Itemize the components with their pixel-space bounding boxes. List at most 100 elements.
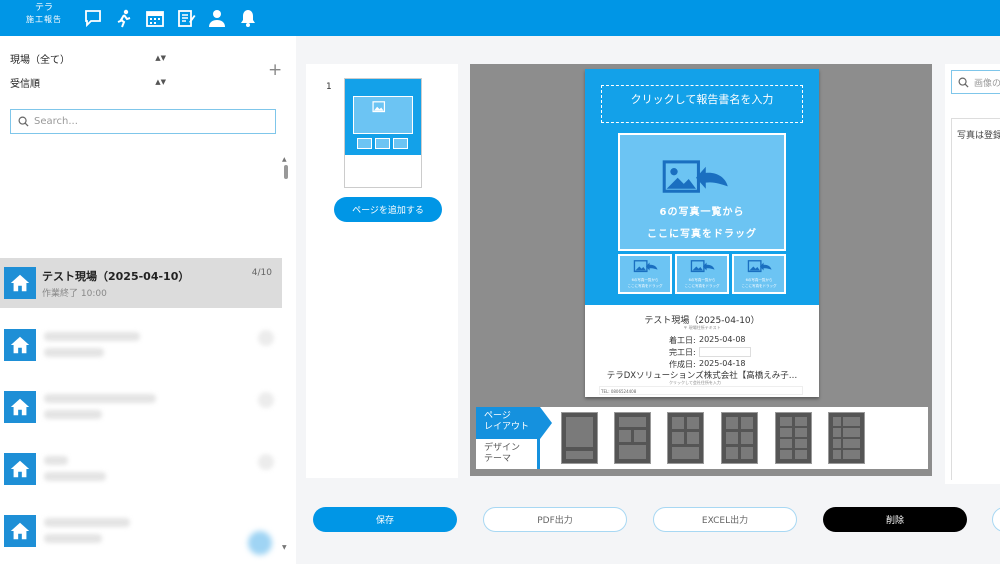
thumb-photo-area <box>353 96 413 134</box>
excel-export-button[interactable]: EXCEL出力 <box>653 507 797 532</box>
blurred-text <box>44 456 68 465</box>
report-icon[interactable] <box>176 8 196 28</box>
start-date-row[interactable]: 着工日: 2025-04-08 <box>669 335 746 346</box>
site-search-box[interactable] <box>10 109 276 134</box>
thumb-small-photo <box>393 138 408 149</box>
small-photo-drop-zone[interactable]: 6の写真一覧から ここに写真をドラッグ <box>675 254 729 294</box>
blurred-count <box>258 330 274 346</box>
site-list-item[interactable] <box>0 444 282 494</box>
complete-date-label: 完工日: <box>669 348 696 357</box>
image-icon <box>372 101 386 113</box>
sort-order-value: 受信順 <box>10 78 40 90</box>
house-icon <box>4 391 36 423</box>
app-logo[interactable]: テラ 施工報告 <box>22 4 66 24</box>
house-icon <box>4 515 36 547</box>
page-thumbnail-panel: 1 ページを追加する <box>306 64 458 478</box>
small-photo-drop-zone[interactable]: 6の写真一覧から ここに写真をドラッグ <box>732 254 786 294</box>
drop-text-line1: 6の写真一覧から <box>659 207 745 218</box>
scroll-thumb[interactable] <box>284 165 288 179</box>
calendar-icon[interactable] <box>145 8 165 28</box>
blurred-text <box>44 518 130 527</box>
blurred-count <box>258 454 274 470</box>
complete-date-row[interactable]: 完工日: <box>669 347 751 358</box>
image-arrow-icon <box>690 260 715 273</box>
layout-option-1[interactable] <box>561 412 598 464</box>
tab-design-theme[interactable]: デザイン テーマ <box>476 439 540 469</box>
search-icon <box>18 116 29 127</box>
layout-option-4[interactable] <box>721 412 758 464</box>
site-sidebar: 現場（全て） ▲▼ 受信順 ▲▼ + ▲ ▼ テスト現場（2025-04-10）… <box>0 36 296 564</box>
scroll-up-icon[interactable]: ▲ <box>282 156 287 163</box>
page-thumbnail[interactable] <box>344 78 422 188</box>
thumb-small-photo <box>357 138 372 149</box>
small-drop-text2: ここに写真をドラッグ <box>684 284 720 288</box>
image-arrow-icon <box>633 260 658 273</box>
tab-design-line1: デザイン <box>484 443 521 453</box>
tab-page-layout[interactable]: ページ レイアウト <box>476 407 552 439</box>
created-date-value: 2025-04-18 <box>699 359 746 368</box>
blurred-text <box>44 348 104 357</box>
delete-button[interactable]: 削除 <box>823 507 967 532</box>
site-item-title: テスト現場（2025-04-10） <box>42 270 190 283</box>
report-canvas: クリックして報告書名を入力 6の写真一覧から ここに写真をドラッグ 6の写真一覧… <box>470 64 932 476</box>
sidebar-scrollbar[interactable]: ▲ ▼ <box>282 156 290 556</box>
created-date-label: 作成日: <box>669 360 696 369</box>
report-title-input[interactable]: クリックして報告書名を入力 <box>601 85 803 123</box>
tab-layout-line2: レイアウト <box>484 422 530 432</box>
report-page: クリックして報告書名を入力 6の写真一覧から ここに写真をドラッグ 6の写真一覧… <box>585 69 819 397</box>
house-icon <box>4 267 36 299</box>
top-nav-bar: テラ 施工報告 <box>0 0 1000 36</box>
blurred-text <box>44 394 156 403</box>
blurred-badge <box>248 531 272 555</box>
layout-option-5[interactable] <box>775 412 812 464</box>
sort-order-select[interactable]: 受信順 ▲▼ <box>10 72 166 92</box>
site-list-item[interactable] <box>0 320 282 370</box>
site-list-item[interactable] <box>0 382 282 432</box>
blurred-text <box>44 410 102 419</box>
small-drop-text1: 6の写真一覧から <box>745 278 773 282</box>
more-button[interactable] <box>992 507 1000 532</box>
complete-date-field[interactable] <box>699 347 751 357</box>
add-site-icon[interactable]: + <box>268 60 282 80</box>
site-item-subtitle: 作業終了 10:00 <box>42 289 107 299</box>
start-date-label: 着工日: <box>669 336 696 345</box>
image-arrow-icon <box>747 260 772 273</box>
photo-search-box[interactable]: 画像の <box>951 70 1000 94</box>
scroll-down-icon[interactable]: ▼ <box>282 544 287 551</box>
page-number: 1 <box>326 82 332 92</box>
small-photo-drop-zone[interactable]: 6の写真一覧から ここに写真をドラッグ <box>618 254 672 294</box>
start-date-value: 2025-04-08 <box>699 335 746 344</box>
pdf-export-button[interactable]: PDF出力 <box>483 507 627 532</box>
select-arrows-icon: ▲▼ <box>155 54 166 62</box>
thumb-small-photo <box>375 138 390 149</box>
add-page-button[interactable]: ページを追加する <box>334 197 442 222</box>
report-site-sub: 〒 現場住所テキスト <box>683 325 721 330</box>
layout-option-3[interactable] <box>667 412 704 464</box>
small-drop-text2: ここに写真をドラッグ <box>627 284 663 288</box>
layout-option-2[interactable] <box>614 412 651 464</box>
site-list-item-active[interactable]: テスト現場（2025-04-10） 作業終了 10:00 4/10 <box>0 258 282 308</box>
photo-library-panel: 画像の 写真は登録 <box>945 64 1000 484</box>
site-list-item[interactable] <box>0 506 282 556</box>
chat-icon[interactable] <box>83 8 103 28</box>
user-icon[interactable] <box>207 8 227 28</box>
main-photo-drop-zone[interactable]: 6の写真一覧から ここに写真をドラッグ <box>618 133 786 251</box>
image-arrow-icon <box>662 160 728 193</box>
site-filter-select[interactable]: 現場（全て） ▲▼ <box>10 48 166 68</box>
tab-design-line2: テーマ <box>484 454 512 464</box>
photo-search-placeholder: 画像の <box>974 78 1000 89</box>
site-item-count: 4/10 <box>251 268 272 278</box>
small-drop-text1: 6の写真一覧から <box>631 278 659 282</box>
report-tel[interactable]: TEL: 0806524408 <box>601 389 636 394</box>
site-search-input[interactable] <box>34 116 264 127</box>
worker-icon[interactable] <box>114 8 134 28</box>
photo-list-area <box>951 118 1000 480</box>
save-button[interactable]: 保存 <box>313 507 457 532</box>
blurred-text <box>44 534 102 543</box>
layout-option-6[interactable] <box>828 412 865 464</box>
photo-empty-text: 写真は登録 <box>957 131 1000 141</box>
house-icon <box>4 453 36 485</box>
blurred-count <box>258 392 274 408</box>
bell-icon[interactable] <box>238 8 258 28</box>
layout-strip: ページ レイアウト デザイン テーマ <box>476 407 928 469</box>
